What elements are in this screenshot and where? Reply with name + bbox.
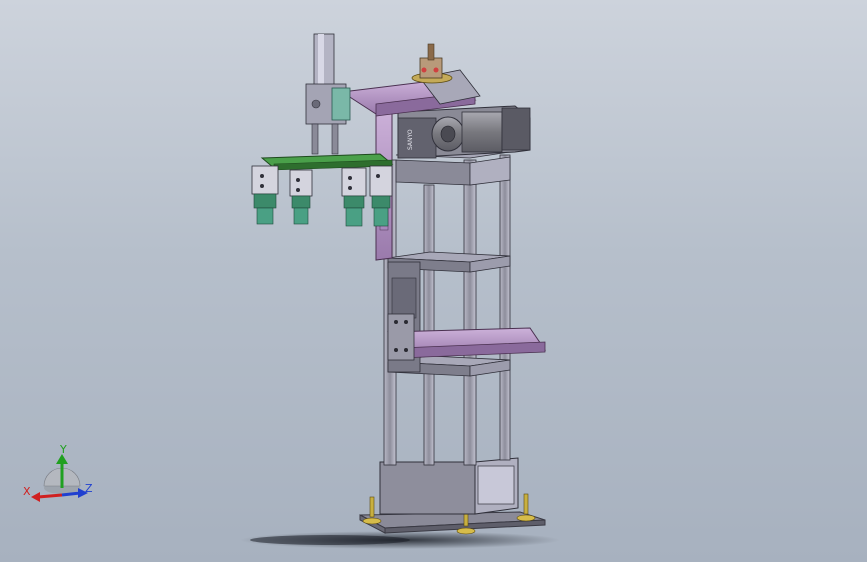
y-axis-label: Y — [59, 443, 67, 456]
cad-viewport[interactable]: SANYO Y X Z — [0, 0, 867, 562]
x-axis-label: X — [23, 485, 31, 498]
cad-model-view[interactable]: SANYO — [0, 0, 867, 562]
z-axis-label: Z — [85, 482, 93, 495]
gripper-1 — [251, 165, 279, 225]
vertical-slide — [305, 33, 351, 155]
gripper-2 — [289, 169, 313, 225]
ground-shadow — [240, 531, 560, 549]
base-plate — [359, 511, 546, 534]
base-housing — [379, 457, 519, 515]
motor-assembly: SANYO — [397, 105, 531, 159]
orientation-triad: Y X Z — [23, 443, 93, 502]
gripper-3 — [341, 167, 367, 227]
gripper-array — [251, 165, 393, 227]
top-sensor — [411, 43, 453, 84]
motor-brand-label: SANYO — [407, 129, 414, 150]
